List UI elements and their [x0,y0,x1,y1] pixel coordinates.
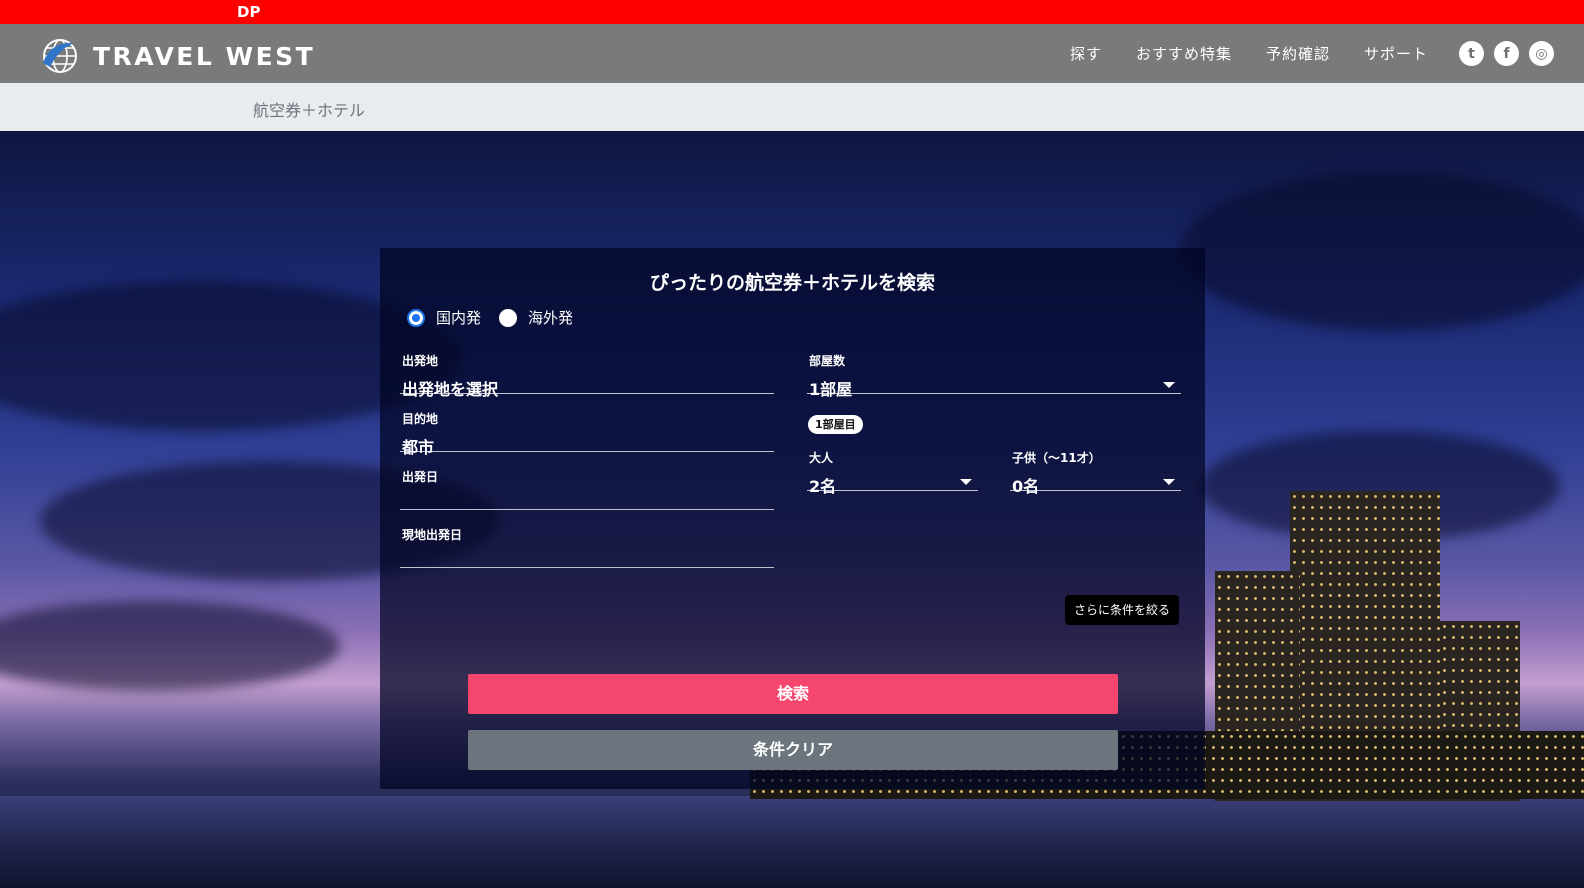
chevron-down-icon [1163,479,1175,485]
social-links: t f ◎ [1449,41,1554,66]
local-depart-date-field[interactable]: 現地出発日 [400,526,774,568]
adults-value: 2名 [809,477,837,496]
radio-checked-icon[interactable] [407,308,425,327]
facebook-icon[interactable]: f [1494,41,1519,66]
radio-domestic[interactable]: 国内発 [407,307,481,328]
site-header: TRAVEL WEST 探す おすすめ特集 予約確認 サポート t f ◎ [0,24,1584,83]
brand-name: TRAVEL WEST [93,41,316,71]
radio-unchecked-icon[interactable] [499,308,518,327]
radio-label: 国内発 [436,309,482,327]
adults-label: 大人 [809,451,834,465]
instagram-icon[interactable]: ◎ [1529,41,1554,66]
radio-overseas[interactable]: 海外発 [499,307,573,328]
rooms-value: 1部屋 [809,380,853,399]
globe-logo-icon [43,39,77,73]
depart-date-label: 出発日 [402,470,439,484]
departure-field[interactable]: 出発地 出発地を選択 [400,352,774,399]
children-value: 0名 [1012,477,1040,496]
search-title: ぴったりの航空券＋ホテルを検索 [649,272,935,294]
children-label: 子供（〜11才） [1012,451,1101,465]
rooms-select[interactable]: 部屋数 1部屋 [807,352,1181,399]
main-nav: 探す おすすめ特集 予約確認 サポート [1036,43,1428,64]
nav-booking-check[interactable]: 予約確認 [1266,43,1330,64]
rooms-label: 部屋数 [809,354,846,368]
adults-select[interactable]: 大人 2名 [807,449,978,496]
environment-bar: DP [0,0,1584,24]
search-button[interactable]: 検索 [468,674,1118,714]
more-filters-button[interactable]: さらに条件を絞る [1065,595,1180,625]
children-select[interactable]: 子供（〜11才） 0名 [1010,449,1181,496]
radio-label: 海外発 [528,309,574,327]
environment-label: DP [237,3,261,21]
cloud [1180,171,1584,331]
local-depart-date-label: 現地出発日 [402,528,463,542]
depart-date-field[interactable]: 出発日 [400,468,774,510]
search-panel: ぴったりの航空券＋ホテルを検索 国内発 海外発 出発地 出発地を選択 目的地 都… [380,248,1205,789]
destination-field[interactable]: 目的地 都市 [400,410,774,457]
departure-value: 出発地を選択 [402,380,499,399]
breadcrumb-current: 航空券＋ホテル [253,101,366,120]
destination-value: 都市 [402,438,435,457]
cloud [0,601,340,691]
sea [0,796,1584,888]
nav-support[interactable]: サポート [1364,43,1428,64]
breadcrumb: 航空券＋ホテル [0,83,1584,131]
nav-search[interactable]: 探す [1070,43,1102,64]
origin-radio-group: 国内発 海外発 [407,307,591,328]
nav-features[interactable]: おすすめ特集 [1136,43,1232,64]
clear-button[interactable]: 条件クリア [468,730,1118,770]
departure-label: 出発地 [402,354,439,368]
twitter-icon[interactable]: t [1459,41,1484,66]
destination-label: 目的地 [402,412,439,426]
chevron-down-icon [960,479,972,485]
room-badge: 1部屋目 [808,415,863,434]
chevron-down-icon [1163,382,1175,388]
logo[interactable]: TRAVEL WEST [41,37,315,75]
